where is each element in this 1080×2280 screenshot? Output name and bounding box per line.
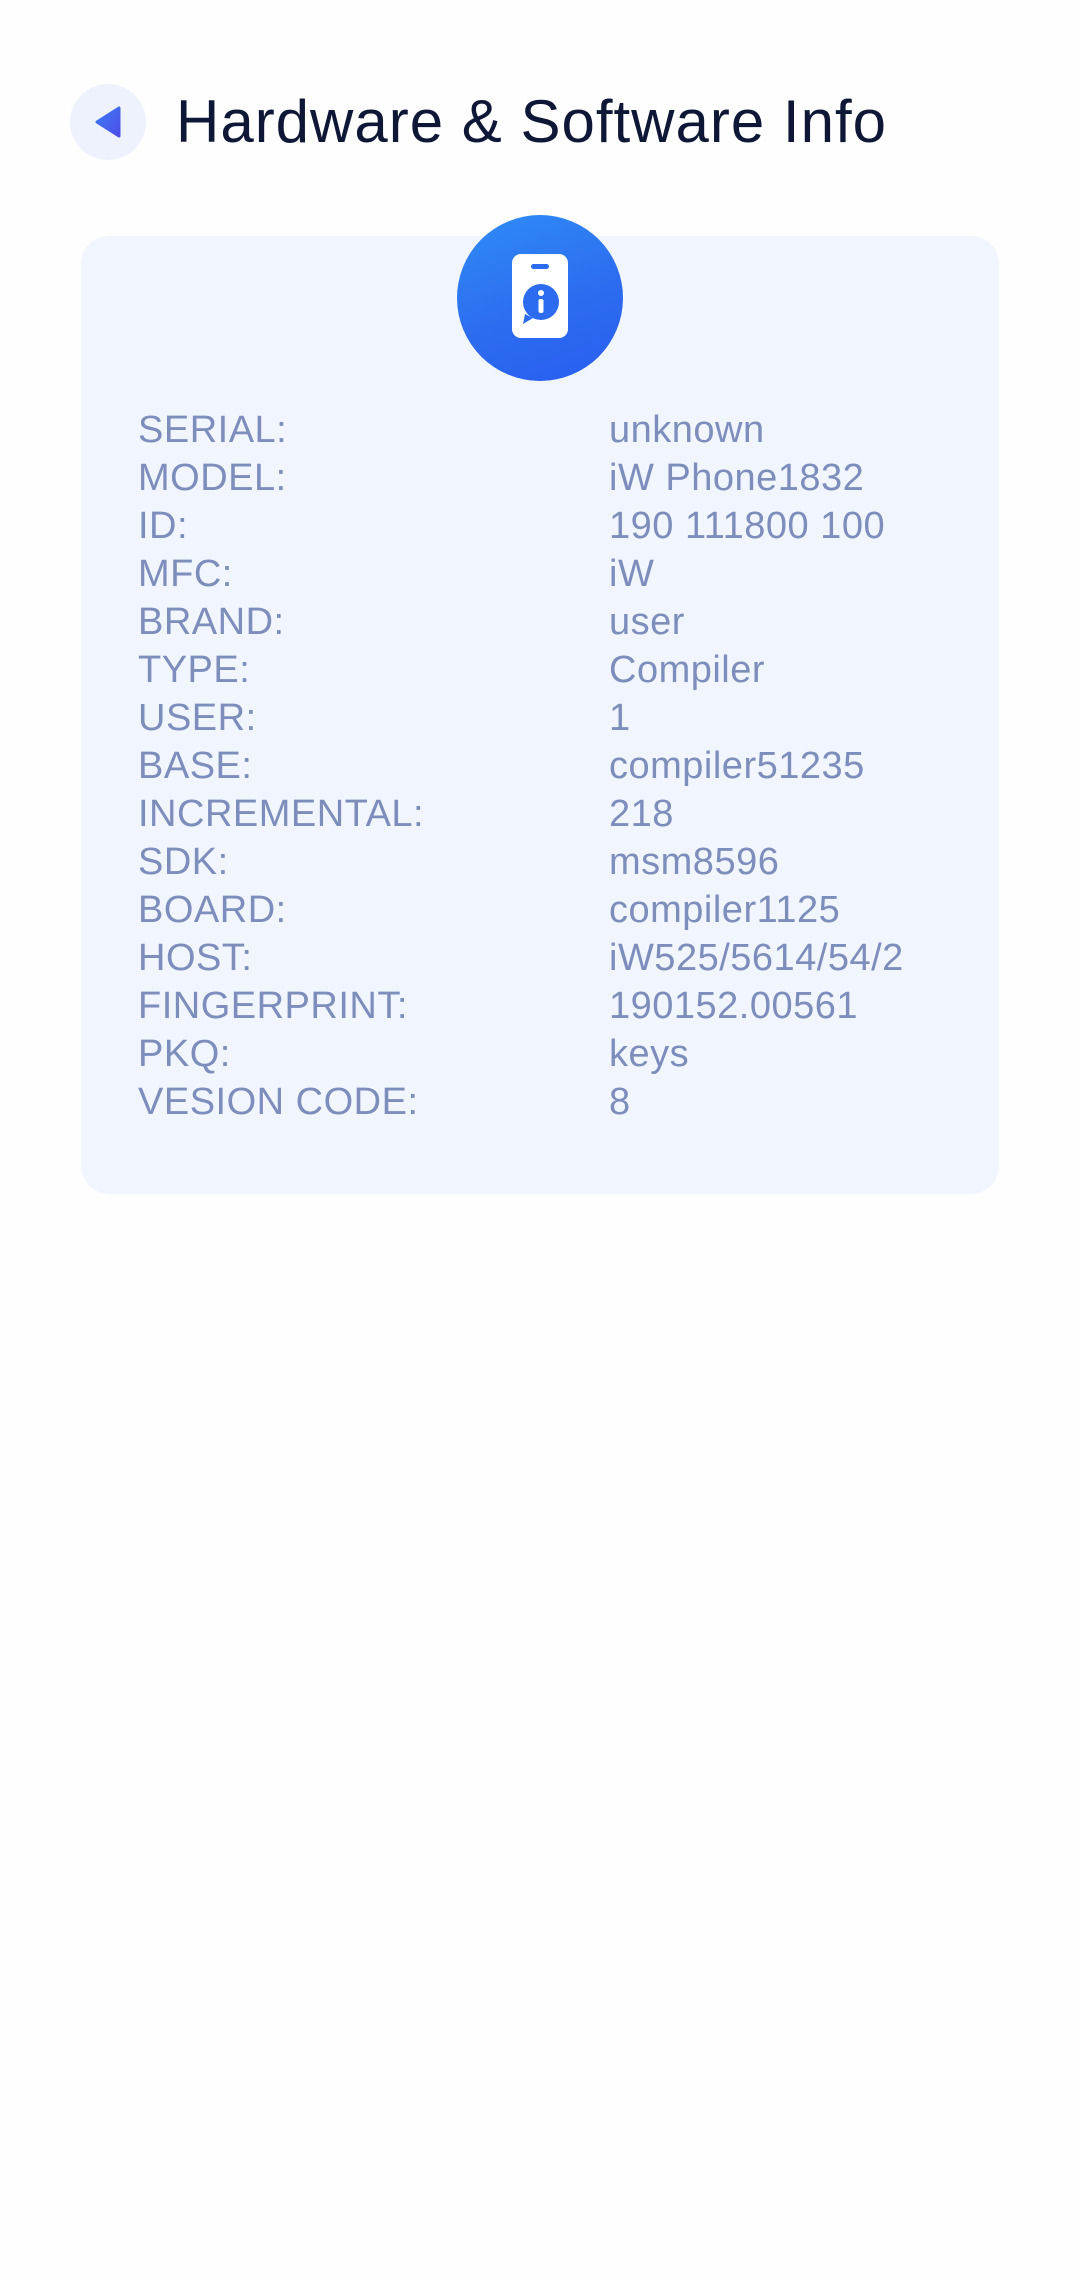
info-value: compiler51235 <box>609 744 865 787</box>
info-label: PKQ: <box>138 1032 231 1075</box>
info-row: SDK: msm8596 <box>138 838 998 886</box>
info-row: INCREMENTAL: 218 <box>138 790 998 838</box>
info-value: iW525/5614/54/2 <box>609 936 904 979</box>
info-label: MODEL: <box>138 456 287 499</box>
phone-info-icon <box>510 252 570 345</box>
info-row: PKQ: keys <box>138 1030 998 1078</box>
info-value: Compiler <box>609 648 766 691</box>
device-info-list: SERIAL: unknown MODEL: iW Phone1832 ID: 190 1… <box>138 406 998 1126</box>
info-value: iW <box>609 552 655 595</box>
info-label: HOST: <box>138 936 253 979</box>
info-row: BRAND: user <box>138 598 998 646</box>
info-label: BOARD: <box>138 888 287 931</box>
info-value: 8 <box>609 1080 631 1123</box>
info-row: TYPE: Compiler <box>138 646 998 694</box>
info-label: BRAND: <box>138 600 285 643</box>
info-label: TYPE: <box>138 648 251 691</box>
info-value: 190152.00561 <box>609 984 859 1027</box>
info-value: msm8596 <box>609 840 780 883</box>
info-label: USER: <box>138 696 257 739</box>
page-title: Hardware & Software Info <box>176 88 887 155</box>
info-row: ID: 190 111800 100 <box>138 502 998 550</box>
info-value: 1 <box>609 696 631 739</box>
info-label: SDK: <box>138 840 229 883</box>
info-label: INCREMENTAL: <box>138 792 425 835</box>
info-value: 218 <box>609 792 674 835</box>
info-row: MFC: iW <box>138 550 998 598</box>
info-value: user <box>609 600 685 643</box>
info-label: FINGERPRINT: <box>138 984 408 1027</box>
info-label: SERIAL: <box>138 408 288 451</box>
info-row: USER: 1 <box>138 694 998 742</box>
info-value: iW Phone1832 <box>609 456 865 499</box>
info-label: VESION CODE: <box>138 1080 419 1123</box>
info-row: BOARD: compiler1125 <box>138 886 998 934</box>
info-label: MFC: <box>138 552 233 595</box>
info-row: SERIAL: unknown <box>138 406 998 454</box>
info-row: MODEL: iW Phone1832 <box>138 454 998 502</box>
info-row: VESION CODE: 8 <box>138 1078 998 1126</box>
info-label: ID: <box>138 504 189 547</box>
app-header: Hardware & Software Info <box>0 0 1080 230</box>
back-button[interactable] <box>70 84 146 160</box>
info-row: FINGERPRINT: 190152.00561 <box>138 982 998 1030</box>
info-value: unknown <box>609 408 765 451</box>
info-row: HOST: iW525/5614/54/2 <box>138 934 998 982</box>
device-info-badge <box>457 215 623 381</box>
info-value: 190 111800 100 <box>609 504 886 547</box>
info-value: compiler1125 <box>609 888 841 931</box>
info-label: BASE: <box>138 744 253 787</box>
back-arrow-icon <box>93 105 123 139</box>
info-row: BASE: compiler51235 <box>138 742 998 790</box>
info-value: keys <box>609 1032 690 1075</box>
